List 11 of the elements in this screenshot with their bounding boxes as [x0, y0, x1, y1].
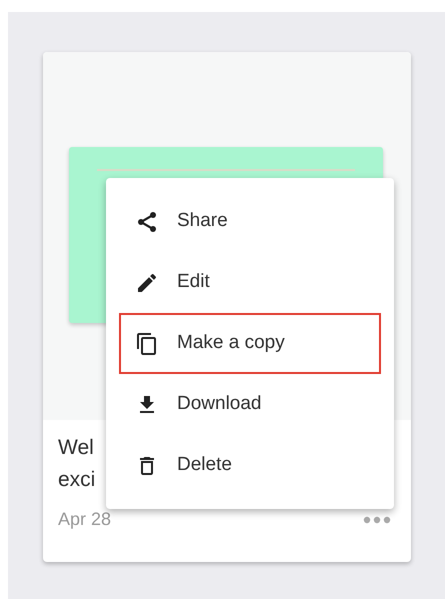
card-date: Apr 28 [58, 508, 112, 531]
card-title: exci [58, 467, 96, 493]
card-title: Wel [58, 435, 94, 461]
menu-item[interactable]: Make a copy [119, 313, 381, 374]
menu-item[interactable]: Edit [119, 252, 381, 313]
share-icon [135, 210, 159, 234]
copy-icon [135, 332, 159, 356]
more-icon[interactable] [363, 516, 391, 524]
menu-item[interactable]: Share [119, 191, 381, 252]
menu-item[interactable]: Download [119, 374, 381, 435]
menu-item[interactable]: Delete [119, 435, 381, 496]
